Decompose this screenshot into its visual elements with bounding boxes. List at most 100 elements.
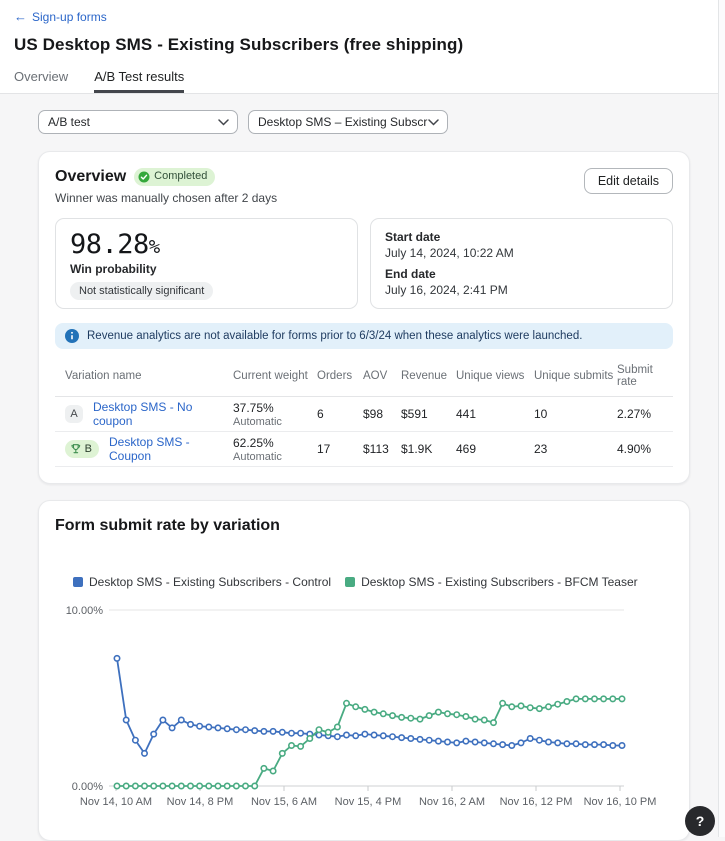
variation-letter: B xyxy=(85,443,92,455)
data-point xyxy=(197,783,202,788)
data-point xyxy=(445,739,450,744)
data-point xyxy=(114,783,119,788)
data-point xyxy=(381,711,386,716)
data-point xyxy=(528,736,533,741)
data-point xyxy=(482,740,487,745)
data-point xyxy=(124,783,129,788)
data-point xyxy=(463,714,468,719)
main-content: A/B test Desktop SMS – Existing Subscrib… xyxy=(0,94,725,841)
x-tick-label: Nov 16, 2 AM xyxy=(419,796,485,808)
data-point xyxy=(573,741,578,746)
help-button[interactable]: ? xyxy=(685,806,715,836)
data-point xyxy=(564,741,569,746)
data-point xyxy=(298,731,303,736)
column-header: AOV xyxy=(363,370,401,382)
info-banner: Revenue analytics are not available for … xyxy=(55,323,673,349)
data-point xyxy=(518,703,523,708)
data-point xyxy=(307,736,312,741)
variation-link[interactable]: Desktop SMS - Coupon xyxy=(109,435,233,463)
form-select[interactable]: Desktop SMS – Existing Subscribers T... xyxy=(248,110,448,134)
data-point xyxy=(417,737,422,742)
edit-details-button[interactable]: Edit details xyxy=(584,168,673,194)
data-point xyxy=(215,725,220,730)
unique-views-cell: 469 xyxy=(456,442,534,456)
data-point xyxy=(270,729,275,734)
data-point xyxy=(454,740,459,745)
data-point xyxy=(344,701,349,706)
data-point xyxy=(619,743,624,748)
data-point xyxy=(160,717,165,722)
orders-cell: 6 xyxy=(317,407,363,421)
check-circle-icon xyxy=(138,171,150,183)
data-point xyxy=(179,717,184,722)
status-badge: Completed xyxy=(134,168,215,185)
scrollbar-gutter[interactable] xyxy=(718,0,725,837)
data-point xyxy=(261,766,266,771)
end-date-label: End date xyxy=(385,267,658,281)
significance-badge: Not statistically significant xyxy=(70,282,213,300)
data-point xyxy=(160,783,165,788)
x-tick-label: Nov 14, 10 AM xyxy=(80,796,152,808)
data-point xyxy=(252,783,257,788)
data-point xyxy=(298,744,303,749)
winner-note: Winner was manually chosen after 2 days xyxy=(55,191,277,205)
column-header: Variation name xyxy=(55,370,233,382)
back-to-signup-forms-link[interactable]: ← Sign-up forms xyxy=(14,10,107,24)
tab-bar: Overview A/B Test results xyxy=(14,69,725,93)
data-point xyxy=(151,731,156,736)
data-point xyxy=(555,702,560,707)
submit-rate-cell: 4.90% xyxy=(617,442,673,456)
data-point xyxy=(169,783,174,788)
data-point xyxy=(408,736,413,741)
x-tick-label: Nov 14, 8 PM xyxy=(167,796,234,808)
data-point xyxy=(114,656,119,661)
data-point xyxy=(371,709,376,714)
legend-item[interactable]: Desktop SMS - Existing Subscribers - BFC… xyxy=(345,575,638,589)
status-badge-label: Completed xyxy=(154,170,207,183)
data-point xyxy=(335,724,340,729)
data-point xyxy=(399,735,404,740)
data-point xyxy=(463,738,468,743)
legend-label: Desktop SMS - Existing Subscribers - BFC… xyxy=(361,575,638,589)
data-point xyxy=(482,717,487,722)
x-tick-label: Nov 15, 4 PM xyxy=(335,796,402,808)
orders-cell: 17 xyxy=(317,442,363,456)
data-point xyxy=(261,729,266,734)
y-tick-label: 0.00% xyxy=(72,781,103,793)
data-point xyxy=(390,713,395,718)
variation-link[interactable]: Desktop SMS - No coupon xyxy=(93,400,233,428)
table-header-row: Variation nameCurrent weightOrdersAOVRev… xyxy=(55,364,673,397)
variations-table: Variation nameCurrent weightOrdersAOVRev… xyxy=(55,364,673,467)
back-link-label: Sign-up forms xyxy=(32,10,107,24)
data-point xyxy=(472,739,477,744)
data-point xyxy=(573,696,578,701)
data-point xyxy=(537,706,542,711)
data-point xyxy=(390,734,395,739)
data-point xyxy=(353,733,358,738)
data-point xyxy=(252,728,257,733)
data-point xyxy=(491,741,496,746)
data-point xyxy=(619,696,624,701)
data-point xyxy=(289,743,294,748)
data-point xyxy=(280,730,285,735)
data-point xyxy=(280,751,285,756)
column-header: Unique submits xyxy=(534,370,617,382)
legend-item[interactable]: Desktop SMS - Existing Subscribers - Con… xyxy=(73,575,331,589)
data-point xyxy=(124,717,129,722)
tab-overview[interactable]: Overview xyxy=(14,69,68,93)
revenue-cell: $1.9K xyxy=(401,442,456,456)
data-point xyxy=(491,720,496,725)
ab-test-select[interactable]: A/B test xyxy=(38,110,238,134)
data-point xyxy=(316,727,321,732)
info-banner-text: Revenue analytics are not available for … xyxy=(87,330,582,342)
legend-label: Desktop SMS - Existing Subscribers - Con… xyxy=(89,575,331,589)
data-point xyxy=(169,725,174,730)
data-point xyxy=(592,742,597,747)
data-point xyxy=(206,724,211,729)
column-header: Submit rate xyxy=(617,364,673,388)
column-header: Unique views xyxy=(456,370,534,382)
data-point xyxy=(142,751,147,756)
page-title: US Desktop SMS - Existing Subscribers (f… xyxy=(14,35,725,55)
data-point xyxy=(427,738,432,743)
tab-ab-test-results[interactable]: A/B Test results xyxy=(94,69,184,93)
